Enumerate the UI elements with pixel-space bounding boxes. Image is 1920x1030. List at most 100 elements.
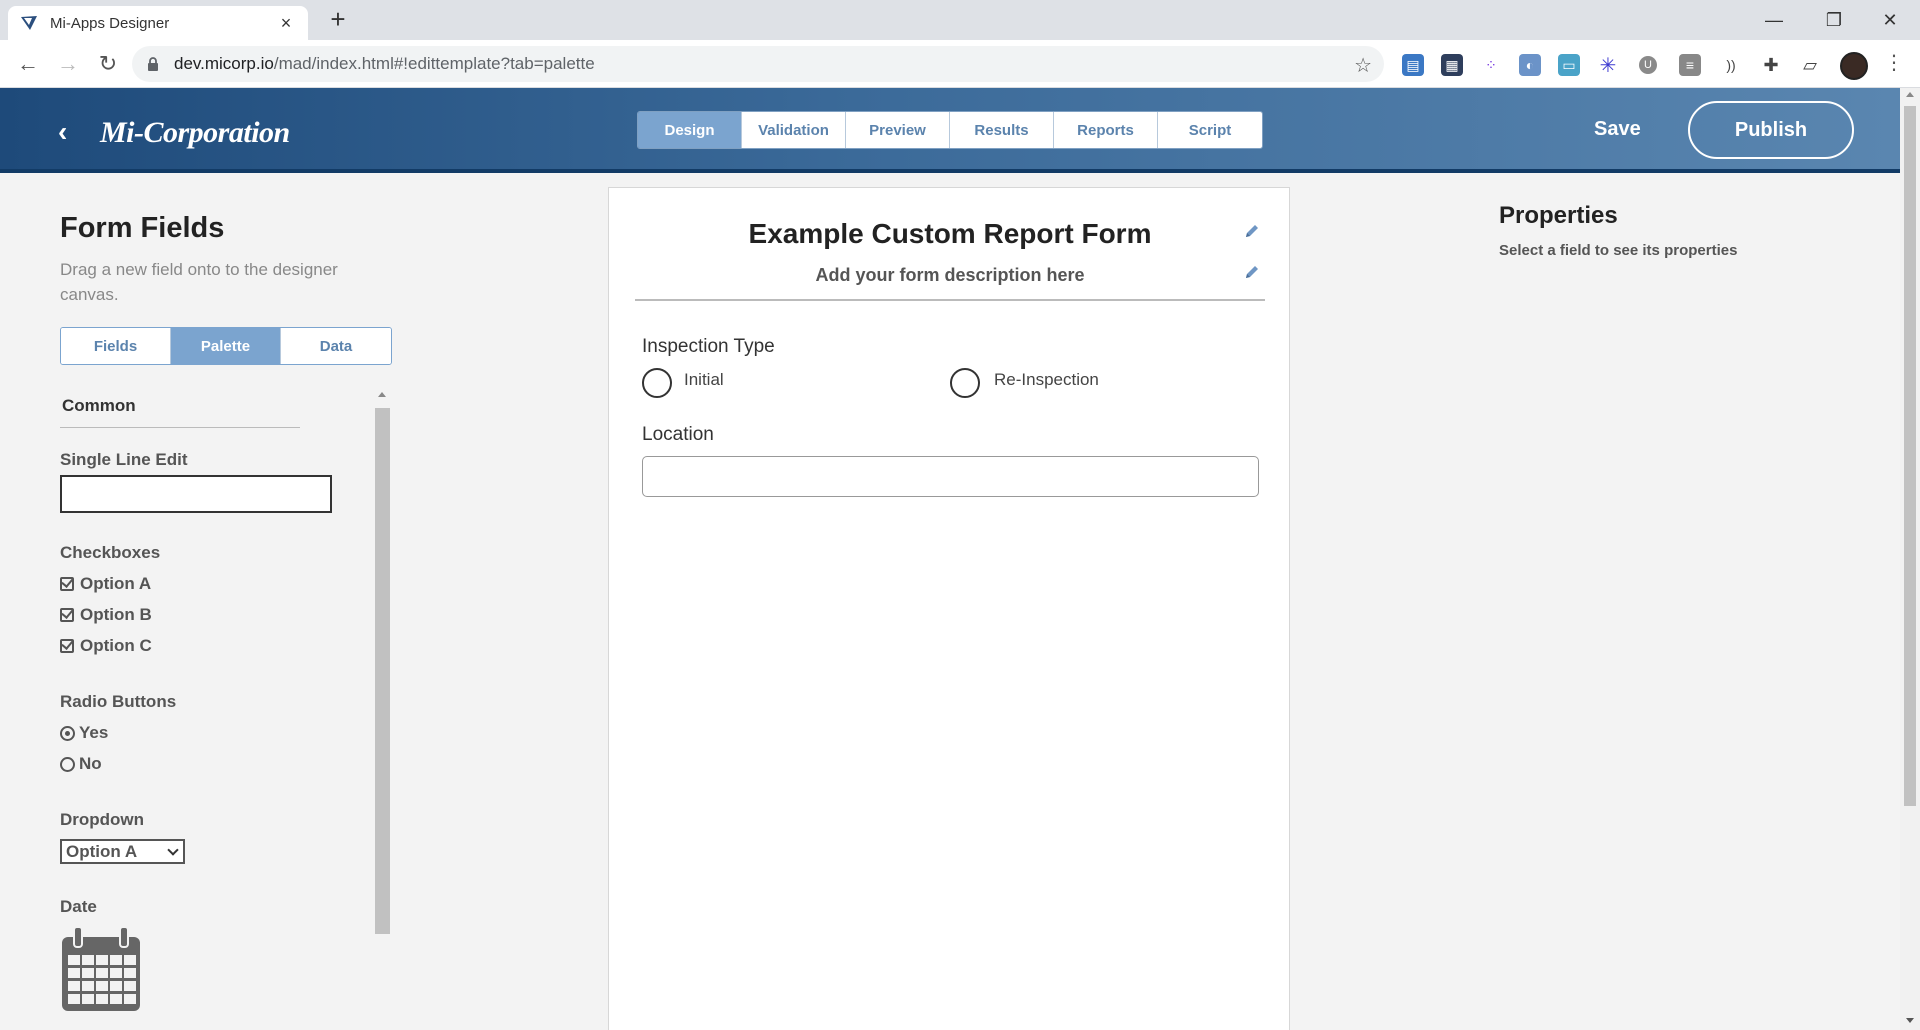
designer-canvas[interactable]: Example Custom Report Form Add your form… [608, 187, 1290, 1030]
url-path: /mad/index.html#!edittemplate?tab=palett… [273, 54, 595, 73]
properties-hint: Select a field to see its properties [1499, 242, 1738, 259]
edit-title-pencil-icon[interactable] [1243, 222, 1261, 240]
mi-corporation-logo: Mi-Corporation [100, 116, 290, 149]
screen-icon[interactable]: ▭ [1558, 54, 1580, 76]
radio-re-inspection[interactable] [950, 368, 980, 398]
url-omnibox[interactable]: dev.micorp.io/mad/index.html#!edittempla… [132, 46, 1384, 82]
page-scrollbar[interactable] [1900, 88, 1920, 1030]
browser-tab[interactable]: Mi-Apps Designer × [8, 6, 308, 40]
form-description[interactable]: Add your form description here [609, 265, 1291, 286]
reload-button[interactable]: ↻ [92, 48, 124, 80]
dropdown-label: Dropdown [60, 810, 145, 829]
profile-avatar[interactable] [1840, 52, 1868, 80]
back-chevron-icon[interactable]: ‹ [58, 116, 67, 148]
form-fields-title: Form Fields [60, 212, 225, 244]
checkboxes-label: Checkboxes [60, 543, 161, 562]
forward-button[interactable]: → [52, 48, 84, 80]
checkbox-option[interactable]: Option B [60, 605, 152, 625]
radio-empty-icon [60, 756, 75, 772]
cast-icon[interactable]: ▱ [1799, 54, 1821, 76]
left-panel-tabs: Fields Palette Data [60, 327, 392, 365]
wave-icon[interactable]: )) [1720, 54, 1742, 76]
checkbox-checked-icon [60, 639, 74, 653]
back-arrow-icon: ← [17, 51, 39, 76]
bookmark-star-icon[interactable]: ☆ [1354, 53, 1372, 78]
dots-grid-icon[interactable]: ⁘ [1480, 54, 1502, 76]
minimize-button[interactable]: — [1746, 0, 1802, 40]
clapperboard-icon[interactable]: ▦ [1441, 54, 1463, 76]
checkbox-option[interactable]: Option C [60, 636, 152, 656]
palette-scrollbar-thumb[interactable] [375, 408, 390, 934]
dropdown-widget[interactable]: Option A [60, 839, 185, 864]
mi-apps-favicon-icon [20, 14, 38, 32]
properties-title: Properties [1499, 202, 1618, 229]
new-tab-button[interactable]: + [324, 6, 352, 34]
tab-fields[interactable]: Fields [61, 328, 171, 364]
tab-validation[interactable]: Validation [742, 112, 846, 148]
checkbox-option-label: Option A [80, 574, 152, 593]
restore-button[interactable]: ❐ [1806, 0, 1862, 40]
form-header-divider [635, 299, 1265, 301]
chevron-down-icon [167, 844, 179, 856]
scroll-up-arrow-icon[interactable] [1906, 92, 1914, 97]
radio-option-label: No [79, 754, 102, 773]
location-input[interactable] [642, 456, 1259, 497]
palette-section-common[interactable]: Common [62, 396, 136, 416]
scroll-down-arrow-icon[interactable] [1906, 1018, 1914, 1023]
checkbox-option-label: Option C [80, 636, 152, 655]
tab-script[interactable]: Script [1158, 112, 1262, 148]
palette-scrollbar[interactable] [374, 390, 391, 1030]
page-scrollbar-thumb[interactable] [1904, 106, 1916, 806]
tab-preview[interactable]: Preview [846, 112, 950, 148]
globe-icon[interactable]: ◐ [1519, 54, 1541, 76]
close-icon: ✕ [1882, 9, 1898, 30]
tab-reports[interactable]: Reports [1054, 112, 1158, 148]
single-line-edit-widget[interactable] [60, 475, 332, 513]
inspection-type-label[interactable]: Inspection Type [642, 336, 775, 358]
window-close-button[interactable]: ✕ [1862, 0, 1918, 40]
radio-option[interactable]: Yes [60, 723, 108, 743]
lock-icon [146, 56, 160, 72]
minimize-icon: — [1765, 9, 1783, 30]
publish-button[interactable]: Publish [1688, 101, 1854, 159]
asterisk-icon[interactable]: ✳ [1597, 54, 1619, 77]
url-host: dev.micorp.io [174, 54, 274, 73]
forward-arrow-icon: → [57, 51, 79, 76]
edit-description-pencil-icon[interactable] [1243, 263, 1261, 281]
shield-icon[interactable]: U [1639, 56, 1657, 74]
radio-selected-icon [60, 725, 75, 741]
tab-design[interactable]: Design [638, 112, 742, 148]
back-button[interactable]: ← [12, 48, 44, 80]
single-line-edit-label: Single Line Edit [60, 450, 188, 469]
designer-tabs: Design Validation Preview Results Report… [637, 111, 1263, 149]
scroll-up-arrow-icon[interactable] [378, 392, 386, 397]
radio-buttons-label: Radio Buttons [60, 692, 177, 711]
calendar-icon[interactable] [60, 925, 142, 1018]
checkbox-checked-icon [60, 577, 74, 591]
checkbox-checked-icon [60, 608, 74, 622]
browser-menu-icon[interactable]: ⋮ [1884, 52, 1904, 78]
save-button[interactable]: Save [1594, 118, 1641, 141]
reload-icon: ↻ [98, 51, 118, 76]
checkbox-option[interactable]: Option A [60, 574, 151, 594]
checkbox-option-label: Option B [80, 605, 152, 624]
dropdown-value: Option A [66, 841, 138, 861]
radio-initial-label: Initial [684, 370, 724, 389]
location-label[interactable]: Location [642, 424, 714, 446]
tab-palette[interactable]: Palette [171, 328, 281, 364]
tab-close-icon[interactable]: × [276, 14, 296, 32]
tab-data[interactable]: Data [281, 328, 391, 364]
radio-initial[interactable] [642, 368, 672, 398]
browser-tab-strip: Mi-Apps Designer × + — ❐ ✕ [0, 0, 1920, 40]
bars-icon[interactable]: ≡ [1679, 54, 1701, 76]
palette-divider [60, 427, 300, 428]
tab-results[interactable]: Results [950, 112, 1054, 148]
restore-icon: ❐ [1825, 9, 1843, 30]
browser-tab-title: Mi-Apps Designer [50, 14, 170, 32]
puzzle-icon[interactable]: ✚ [1760, 54, 1782, 76]
form-title[interactable]: Example Custom Report Form [609, 218, 1291, 250]
app-header: ‹ Mi-Corporation Design Validation Previ… [0, 88, 1900, 173]
radio-option-label: Yes [79, 723, 109, 742]
reader-icon[interactable]: ▤ [1402, 54, 1424, 76]
radio-option[interactable]: No [60, 754, 102, 774]
